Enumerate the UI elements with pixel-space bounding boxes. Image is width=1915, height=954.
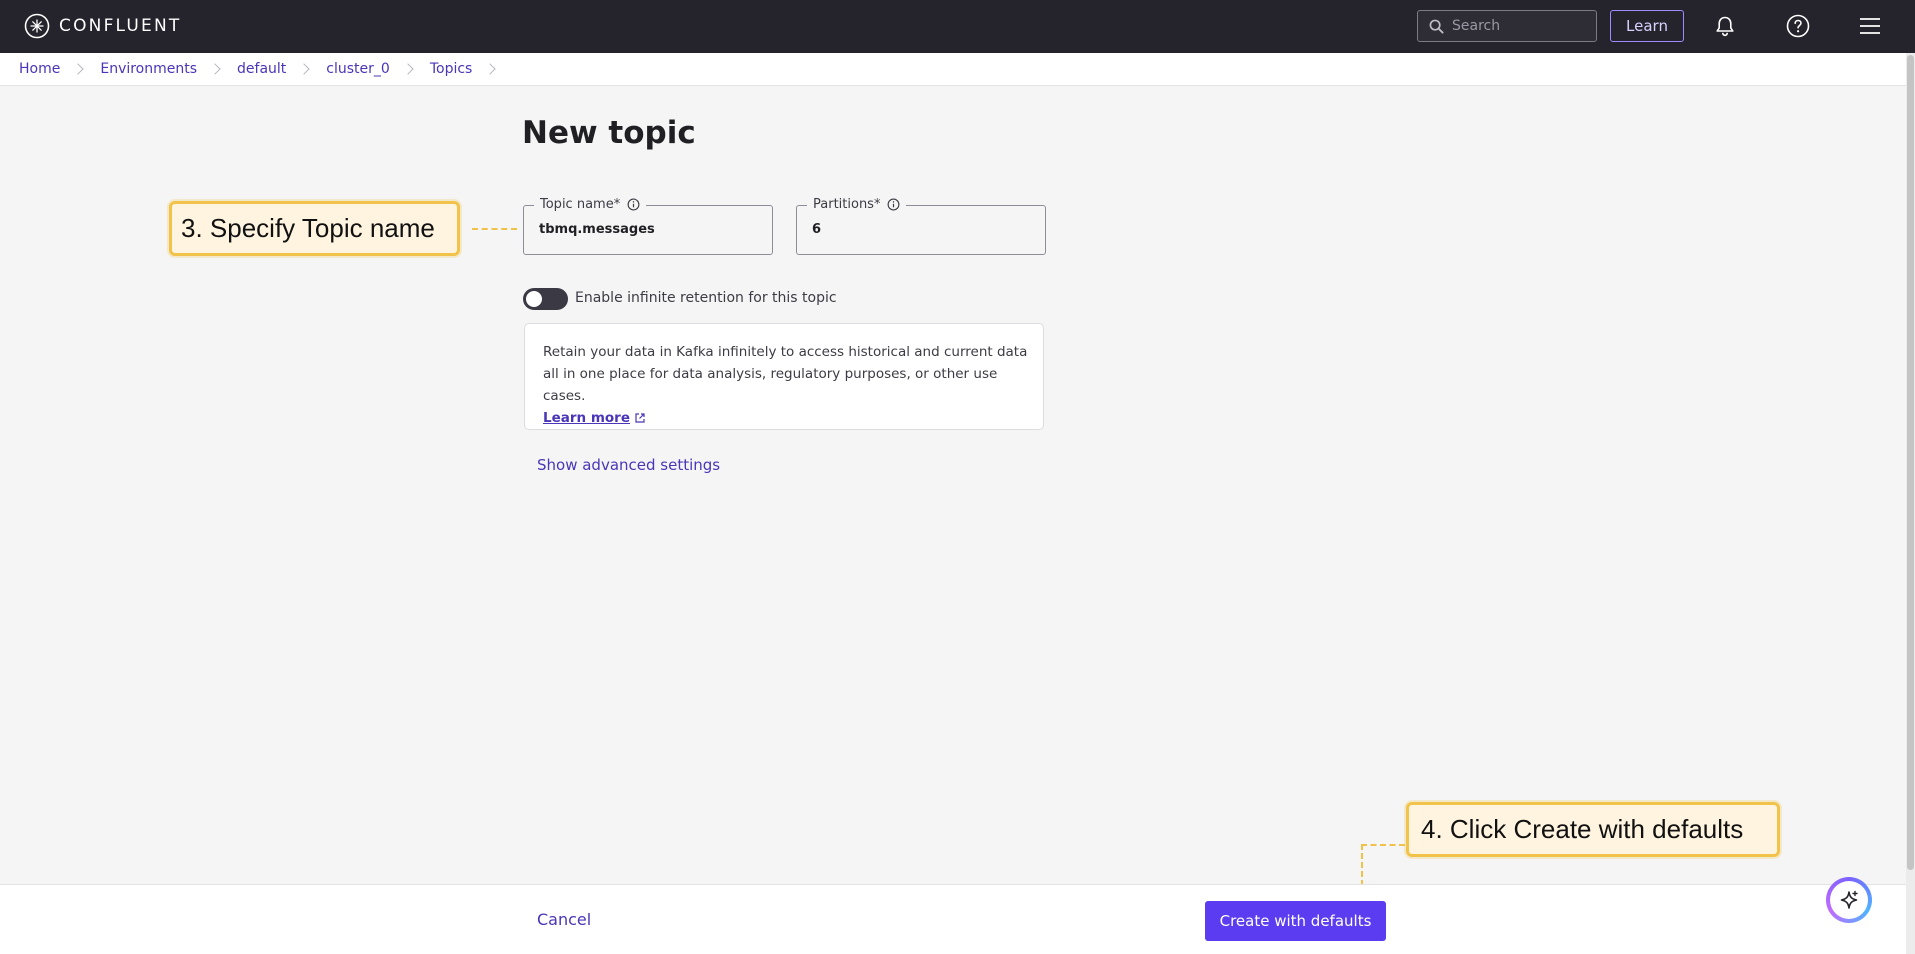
hamburger-menu-icon (1860, 18, 1880, 34)
form-footer (0, 884, 1906, 954)
topic-name-label-wrap: Topic name* (534, 197, 647, 212)
confluent-logo[interactable]: CONFLUENT (24, 13, 181, 39)
topic-name-input[interactable] (539, 222, 759, 237)
vertical-scrollbar[interactable] (1906, 53, 1915, 954)
search-box[interactable] (1417, 10, 1597, 42)
bell-icon (1716, 16, 1734, 37)
chevron-right-icon (484, 63, 497, 75)
external-link-icon (635, 413, 645, 423)
breadcrumb-cluster[interactable]: cluster_0 (326, 61, 390, 77)
learn-button[interactable]: Learn (1610, 10, 1684, 42)
create-with-defaults-button[interactable]: Create with defaults (1205, 901, 1386, 941)
breadcrumb-default[interactable]: default (237, 61, 286, 77)
topic-name-field[interactable]: Topic name* (523, 197, 773, 255)
infinite-retention-toggle[interactable] (523, 288, 568, 310)
step3-callout: 3. Specify Topic name (169, 201, 460, 256)
breadcrumb-topics[interactable]: Topics (430, 61, 473, 77)
retention-info-box: Retain your data in Kafka infinitely to … (524, 323, 1044, 430)
partitions-input[interactable] (812, 222, 1032, 237)
breadcrumb-environments[interactable]: Environments (100, 61, 197, 77)
breadcrumb: Home Environments default cluster_0 Topi… (0, 53, 1906, 86)
partitions-label-wrap: Partitions* (807, 197, 907, 212)
brand-name: CONFLUENT (59, 16, 182, 36)
show-advanced-settings-link[interactable]: Show advanced settings (537, 456, 720, 474)
scrollbar-thumb[interactable] (1907, 55, 1914, 870)
info-icon[interactable] (887, 198, 900, 211)
sparkle-icon (1840, 890, 1858, 909)
infinite-retention-label: Enable infinite retention for this topic (575, 290, 837, 306)
top-navigation-bar: CONFLUENT Learn (0, 0, 1915, 53)
chevron-right-icon (72, 63, 85, 75)
page-title: New topic (522, 115, 696, 151)
topic-name-label: Topic name* (540, 197, 621, 212)
retention-info-text: Retain your data in Kafka infinitely to … (543, 344, 1028, 404)
step3-connector (472, 228, 517, 230)
search-input[interactable] (1452, 18, 1587, 34)
learn-more-label: Learn more (543, 410, 630, 426)
step4-callout-text: 4. Click Create with defaults (1421, 814, 1744, 844)
notifications-button[interactable] (1712, 13, 1738, 39)
step4-connector-horizontal (1361, 844, 1405, 846)
chevron-right-icon (209, 63, 221, 75)
partitions-label: Partitions* (813, 197, 881, 212)
partitions-field[interactable]: Partitions* (796, 197, 1046, 255)
chevron-right-icon (402, 63, 414, 75)
help-icon (1786, 14, 1810, 38)
confluent-logo-icon (24, 13, 50, 39)
step4-callout: 4. Click Create with defaults (1406, 802, 1780, 857)
search-icon (1429, 19, 1444, 34)
info-icon[interactable] (627, 198, 640, 211)
cancel-button[interactable]: Cancel (537, 910, 591, 929)
ai-assistant-inner (1830, 881, 1868, 919)
main-menu-button[interactable] (1857, 13, 1883, 39)
toggle-knob (526, 291, 542, 307)
breadcrumb-home[interactable]: Home (19, 61, 60, 77)
help-button[interactable] (1785, 13, 1811, 39)
ai-assistant-button[interactable] (1826, 877, 1872, 923)
step3-callout-text: 3. Specify Topic name (181, 213, 435, 243)
learn-more-link[interactable]: Learn more (543, 410, 646, 426)
chevron-right-icon (298, 63, 310, 75)
